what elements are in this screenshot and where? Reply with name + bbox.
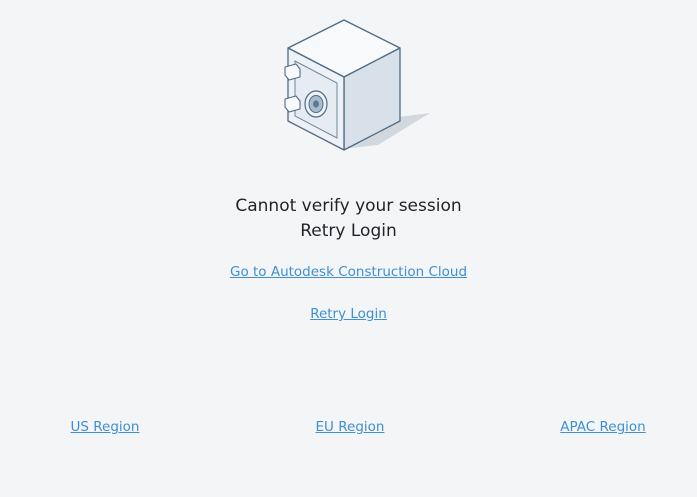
- eu-region-link[interactable]: EU Region: [270, 418, 430, 436]
- session-error-subtitle: Retry Login: [300, 221, 397, 241]
- us-region-link[interactable]: US Region: [25, 418, 185, 436]
- go-to-construction-cloud-link[interactable]: Go to Autodesk Construction Cloud: [0, 263, 697, 281]
- session-error-title: Cannot verify your session: [235, 196, 462, 216]
- safe-icon: [270, 15, 440, 155]
- retry-login-link[interactable]: Retry Login: [0, 305, 697, 323]
- apac-region-link[interactable]: APAC Region: [523, 418, 683, 436]
